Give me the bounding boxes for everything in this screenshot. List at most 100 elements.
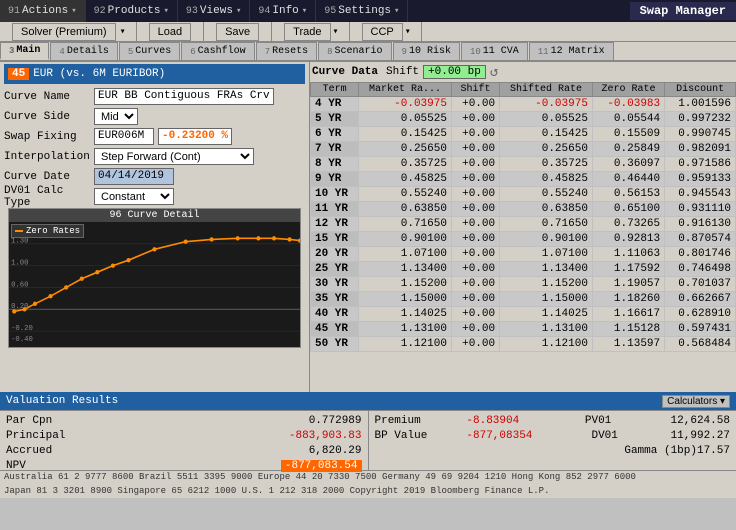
table-row: 20 YR1.07100+0.001.071001.110630.801746 <box>311 247 736 262</box>
trade-section: Trade ▾ <box>272 22 349 41</box>
dv01-calc-select[interactable]: Constant <box>94 188 174 205</box>
curve-name-value: EUR BB Contiguous FRAs Crv <box>94 88 274 105</box>
tab-details[interactable]: 4 Details <box>50 42 117 60</box>
table-cell: 0.63850 <box>359 202 452 217</box>
premium-value: -8.83904 <box>466 415 519 427</box>
table-row: 5 YR0.05525+0.000.055250.055440.997232 <box>311 112 736 127</box>
accrued-label: Accrued <box>6 445 52 457</box>
svg-text:1.00: 1.00 <box>11 259 28 267</box>
tab-cashflow[interactable]: 6 Cashflow <box>181 42 254 60</box>
bp-value-value: -877,08354 <box>466 430 532 442</box>
table-cell: 0.746498 <box>665 262 736 277</box>
tab-curves[interactable]: 5 Curves <box>119 42 180 60</box>
table-cell: 0.568484 <box>665 337 736 352</box>
table-cell: 1.14025 <box>359 307 452 322</box>
tab-cva[interactable]: 10 11 CVA <box>461 42 528 60</box>
table-cell: +0.00 <box>451 127 499 142</box>
table-cell: 0.73265 <box>592 217 664 232</box>
table-cell: 1.13100 <box>500 322 593 337</box>
tab-resets[interactable]: 7 Resets <box>256 42 317 60</box>
pv01-label: PV01 <box>585 415 625 427</box>
table-row: 7 YR0.25650+0.000.256500.258490.982091 <box>311 142 736 157</box>
table-cell: 1.13597 <box>592 337 664 352</box>
table-cell: 0.71650 <box>359 217 452 232</box>
table-cell: 0.90100 <box>500 232 593 247</box>
table-cell: 0.35725 <box>500 157 593 172</box>
table-cell: 0.05525 <box>359 112 452 127</box>
par-cpn-row: Par Cpn 0.772989 <box>6 413 362 428</box>
table-cell: 11 YR <box>311 202 359 217</box>
principal-label: Principal <box>6 430 65 442</box>
table-cell: 7 YR <box>311 142 359 157</box>
table-cell: +0.00 <box>451 247 499 262</box>
curve-side-row: Curve Side Mid <box>4 107 305 126</box>
table-cell: 0.05525 <box>500 112 593 127</box>
table-row: 35 YR1.15000+0.001.150001.182600.662667 <box>311 292 736 307</box>
table-cell: +0.00 <box>451 97 499 112</box>
menu-num-settings: 95 <box>324 6 336 17</box>
solver-button[interactable]: Solver (Premium) <box>12 23 116 41</box>
menu-actions[interactable]: 91 Actions ▾ <box>0 0 86 22</box>
interpolation-select[interactable]: Step Forward (Cont) <box>94 148 254 165</box>
ccp-section: CCP ▾ <box>350 22 422 41</box>
tab-risk[interactable]: 9 10 Risk <box>393 42 460 60</box>
shift-value[interactable]: +0.00 bp <box>423 65 486 79</box>
table-cell: 1.12100 <box>500 337 593 352</box>
table-cell: 4 YR <box>311 97 359 112</box>
menu-num-products: 92 <box>94 6 106 17</box>
menu-settings[interactable]: 95 Settings ▾ <box>316 0 408 22</box>
dv01-label: DV01 <box>591 430 631 442</box>
menu-products[interactable]: 92 Products ▾ <box>86 0 178 22</box>
gamma-label: Gamma (1bp) <box>624 445 697 457</box>
table-cell: 15 YR <box>311 232 359 247</box>
table-cell: 9 YR <box>311 172 359 187</box>
menu-num-views: 93 <box>186 6 198 17</box>
table-row: 45 YR1.13100+0.001.131001.151280.597431 <box>311 322 736 337</box>
table-cell: 0.597431 <box>665 322 736 337</box>
tab-main[interactable]: 3 Main <box>0 42 49 60</box>
shift-label: Shift <box>386 66 419 78</box>
tab-matrix[interactable]: 11 12 Matrix <box>529 42 614 60</box>
table-cell: 25 YR <box>311 262 359 277</box>
table-cell: +0.00 <box>451 232 499 247</box>
table-cell: 1.19057 <box>592 277 664 292</box>
npv-row: NPV -877,083.54 <box>6 458 362 473</box>
ccp-button[interactable]: CCP <box>362 23 403 41</box>
table-cell: 1.15200 <box>500 277 593 292</box>
menu-views[interactable]: 93 Views ▾ <box>178 0 250 22</box>
table-cell: 0.55240 <box>359 187 452 202</box>
save-button[interactable]: Save <box>216 23 259 41</box>
curve-chart: 96 Curve Detail Zero Rates <box>8 208 301 348</box>
chart-svg: 1.30 1.00 0.60 0.20 -0.20 -0.40 <box>9 222 300 342</box>
curve-side-select[interactable]: Mid <box>94 108 138 125</box>
col-market: Market Ra... <box>359 83 452 97</box>
table-cell: 1.17592 <box>592 262 664 277</box>
valuation-panel: Par Cpn 0.772989 Principal -883,903.83 A… <box>0 410 736 470</box>
menu-info[interactable]: 94 Info ▾ <box>250 0 316 22</box>
svg-text:-0.40: -0.40 <box>11 336 33 342</box>
trade-button[interactable]: Trade <box>284 23 330 41</box>
tab-scenario[interactable]: 8 Scenario <box>318 42 391 60</box>
interpolation-row: Interpolation Step Forward (Cont) <box>4 147 305 166</box>
table-cell: 20 YR <box>311 247 359 262</box>
curve-data-label: Curve Data <box>312 66 378 78</box>
ccp-arrow: ▾ <box>405 26 411 38</box>
table-cell: +0.00 <box>451 292 499 307</box>
table-cell: 0.870574 <box>665 232 736 247</box>
col-shifted: Shifted Rate <box>500 83 593 97</box>
load-button[interactable]: Load <box>149 23 191 41</box>
svg-text:0.60: 0.60 <box>11 281 28 289</box>
gamma-value: 17.57 <box>697 445 730 457</box>
table-cell: -0.03975 <box>500 97 593 112</box>
valuation-right: Premium -8.83904 PV01 12,624.58 BP Value… <box>369 411 736 470</box>
curve-date-value[interactable]: 04/14/2019 <box>94 168 174 185</box>
zero-rates-legend: Zero Rates <box>11 224 84 238</box>
left-panel: 45 EUR (vs. 6M EURIBOR) Curve Name EUR B… <box>0 62 310 392</box>
table-cell: 1.14025 <box>500 307 593 322</box>
table-row: 30 YR1.15200+0.001.152001.190570.701037 <box>311 277 736 292</box>
calculators-button[interactable]: Calculators ▾ <box>662 395 730 408</box>
par-cpn-value: 0.772989 <box>309 415 362 427</box>
table-cell: 0.90100 <box>359 232 452 247</box>
refresh-icon[interactable]: ↺ <box>490 64 498 81</box>
table-cell: 0.25849 <box>592 142 664 157</box>
